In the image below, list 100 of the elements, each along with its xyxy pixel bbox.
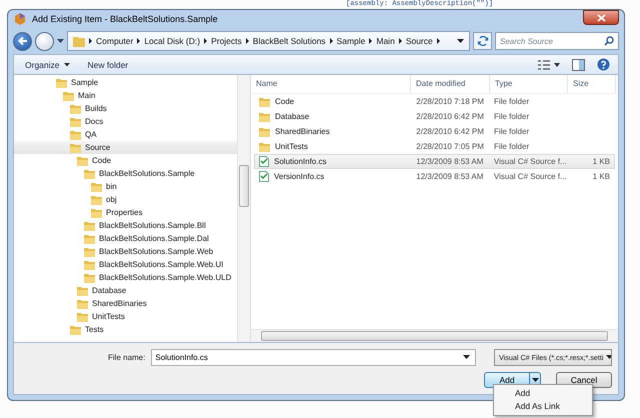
scrollbar[interactable] xyxy=(251,329,618,342)
app-icon xyxy=(13,12,27,26)
folder-icon xyxy=(70,116,81,126)
tree-item[interactable]: Database xyxy=(14,284,237,297)
folder-icon xyxy=(70,130,81,140)
tree-item[interactable]: BlackBeltSolutions.Sample.Dal xyxy=(14,232,237,245)
code-file-icon xyxy=(259,156,269,167)
tree-item[interactable]: Source xyxy=(14,141,237,154)
folder-icon xyxy=(84,220,95,230)
caret-icon xyxy=(57,38,64,44)
close-button[interactable] xyxy=(583,10,619,25)
tree-item[interactable]: BlackBeltSolutions.Sample.Bll xyxy=(14,219,237,232)
tree-item[interactable]: Builds xyxy=(14,102,237,115)
caret-icon xyxy=(463,355,470,360)
chevron-icon xyxy=(137,38,140,44)
folder-icon xyxy=(259,142,270,152)
folder-icon xyxy=(84,234,95,244)
breadcrumb[interactable]: BlackBelt Solutions xyxy=(252,36,326,46)
scrollbar[interactable] xyxy=(237,75,250,342)
tree-item[interactable]: BlackBeltSolutions.Sample.Web.UI xyxy=(14,258,237,271)
breadcrumb[interactable]: Sample xyxy=(336,36,366,46)
tree-item[interactable]: UnitTests xyxy=(14,310,237,323)
folder-icon xyxy=(91,182,102,192)
folder-icon xyxy=(84,168,95,178)
folder-icon xyxy=(84,272,95,282)
address-bar[interactable]: Computer Local Disk (D:) Projects BlackBelt Solutions Sample Main Source xyxy=(67,31,470,51)
folder-icon xyxy=(70,142,81,152)
breadcrumb[interactable]: Computer xyxy=(96,36,134,46)
file-name-label: File name: xyxy=(108,353,146,362)
folder-icon xyxy=(259,112,270,122)
tree-item[interactable]: BlackBeltSolutions.Sample.Web.ULD xyxy=(14,271,237,284)
folder-icon xyxy=(63,90,74,100)
folder-icon xyxy=(259,126,270,136)
column-header[interactable]: Date modified xyxy=(411,75,490,93)
column-header[interactable]: Size xyxy=(568,75,616,93)
tree-item[interactable]: BlackBeltSolutions.Sample.Web xyxy=(14,245,237,258)
caret-icon xyxy=(606,355,611,360)
breadcrumb[interactable]: Local Disk (D:) xyxy=(144,36,200,46)
caret-icon xyxy=(457,38,464,44)
caret-icon xyxy=(64,62,70,66)
breadcrumb[interactable]: Projects xyxy=(211,36,242,46)
refresh-button[interactable] xyxy=(473,32,492,50)
help-icon[interactable] xyxy=(597,58,610,71)
folder-icon xyxy=(259,96,270,106)
chevron-icon xyxy=(436,38,440,44)
organize-button[interactable]: Organize xyxy=(22,60,72,70)
chevron-icon xyxy=(369,38,372,44)
window-title: Add Existing Item - BlackBeltSolutions.Sample xyxy=(32,14,218,24)
folder-icon xyxy=(77,286,88,296)
tree-item[interactable]: QA xyxy=(14,128,237,141)
file-row[interactable]: VersionInfo.cs 12/3/2009 8:53 AM Visual C# Source f... 1 KB xyxy=(254,169,615,184)
folder-icon xyxy=(77,298,88,308)
folder-icon xyxy=(56,78,67,88)
folder-icon xyxy=(91,194,102,204)
left-arrow-icon xyxy=(18,36,28,46)
menu-item[interactable]: Add xyxy=(494,387,592,400)
preview-pane-icon[interactable] xyxy=(572,58,585,70)
breadcrumb[interactable]: Source xyxy=(406,36,433,46)
tree-item[interactable]: BlackBeltSolutions.Sample xyxy=(14,167,237,180)
search-icon xyxy=(604,36,614,46)
folder-icon xyxy=(77,312,88,322)
breadcrumb[interactable]: Main xyxy=(376,36,395,46)
tree-item[interactable]: Sample xyxy=(14,76,237,89)
close-icon xyxy=(596,14,606,22)
folder-icon xyxy=(70,104,81,114)
folder-icon xyxy=(84,260,95,270)
folder-icon xyxy=(91,208,102,218)
folder-icon xyxy=(70,324,81,334)
search-field[interactable]: Search Source xyxy=(495,32,619,50)
folder-icon xyxy=(84,246,95,256)
file-row[interactable]: SharedBinaries 2/28/2010 6:42 PM File folder xyxy=(254,124,615,139)
forward-button[interactable] xyxy=(35,32,54,50)
view-options-icon[interactable] xyxy=(538,60,560,70)
file-row[interactable]: Code 2/28/2010 7:18 PM File folder xyxy=(254,94,615,109)
chevron-icon xyxy=(204,38,208,44)
folder-icon xyxy=(77,156,88,166)
file-row[interactable]: UnitTests 2/28/2010 7:05 PM File folder xyxy=(254,139,615,154)
menu-item[interactable]: Add As Link xyxy=(494,400,592,413)
file-row[interactable]: SolutionInfo.cs 12/3/2009 8:53 AM Visual C# Source f... 1 KB xyxy=(254,154,615,169)
chevron-icon xyxy=(246,38,249,44)
column-header[interactable]: Name xyxy=(251,75,411,93)
folder-icon xyxy=(73,36,85,46)
chevron-icon xyxy=(89,38,92,44)
new-folder-button[interactable]: New folder xyxy=(84,60,132,70)
tree-item[interactable]: obj xyxy=(14,193,237,206)
tree-item[interactable]: SharedBinaries xyxy=(14,297,237,310)
tree-item[interactable]: Docs xyxy=(14,115,237,128)
tree-item[interactable]: Tests xyxy=(14,323,237,336)
column-header[interactable]: Type xyxy=(490,75,568,93)
back-button[interactable] xyxy=(13,32,32,50)
chevron-icon xyxy=(398,38,402,44)
refresh-icon xyxy=(476,35,488,47)
tree-item[interactable]: Main xyxy=(14,89,237,102)
code-file-icon xyxy=(259,171,269,182)
file-name-field[interactable]: SolutionInfo.cs xyxy=(151,349,476,366)
chevron-icon xyxy=(330,38,333,44)
tree-item[interactable]: Code xyxy=(14,154,237,167)
tree-item[interactable]: Properties xyxy=(14,206,237,219)
file-row[interactable]: Database 2/28/2010 6:42 PM File folder xyxy=(254,109,615,124)
tree-item[interactable]: bin xyxy=(14,180,237,193)
